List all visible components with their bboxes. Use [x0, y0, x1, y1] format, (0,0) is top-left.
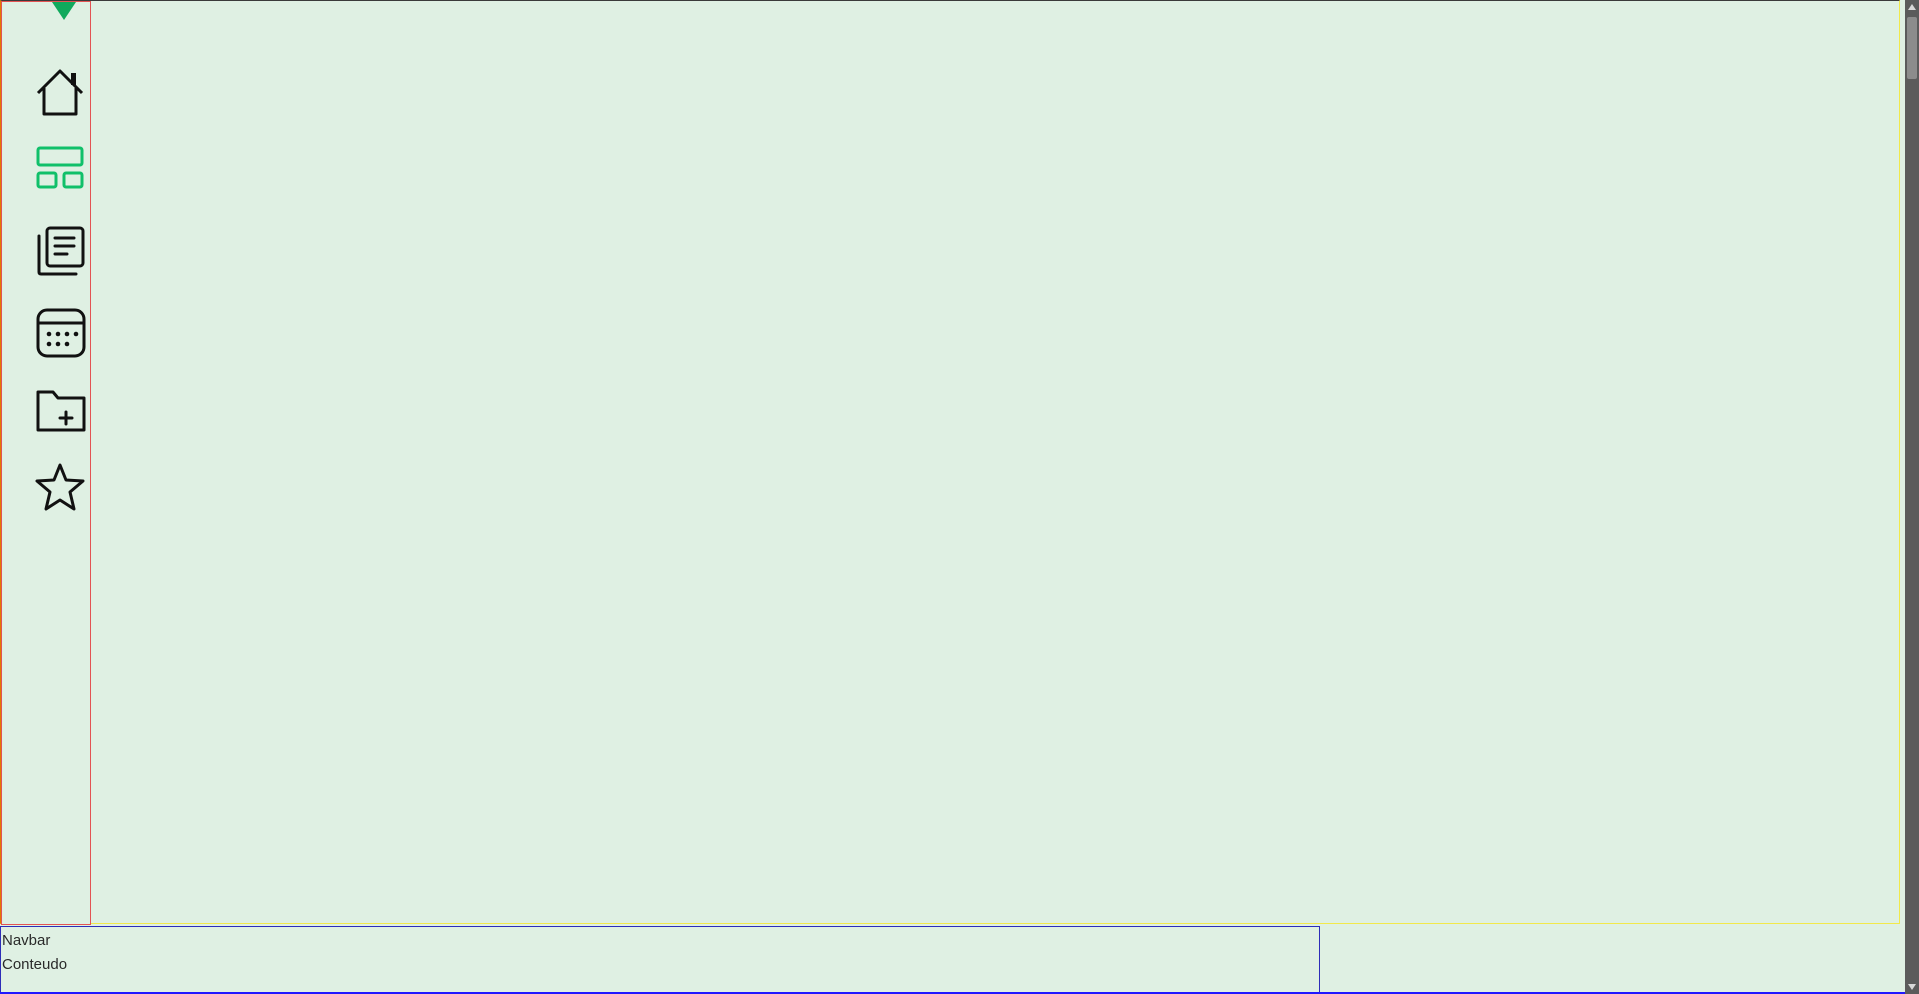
- sidebar-nav: [1, 1, 91, 925]
- folder-add-icon: [36, 390, 86, 432]
- app-page: Navbar Conteudo: [0, 0, 1919, 994]
- sidebar-item-calendar[interactable]: [32, 305, 88, 361]
- calendar-icon: [36, 308, 86, 358]
- navbar-label: Navbar: [2, 932, 51, 949]
- dashboard-icon: [36, 146, 84, 189]
- chevron-up-icon: [1908, 4, 1916, 10]
- sidebar-item-folder-add[interactable]: [32, 383, 88, 439]
- vertical-scrollbar[interactable]: [1905, 0, 1919, 994]
- sidebar-item-dashboard[interactable]: [32, 143, 88, 199]
- sidebar-item-documents[interactable]: [32, 223, 88, 279]
- documents-icon: [37, 226, 85, 276]
- star-icon: [35, 463, 85, 511]
- bottom-panel: Navbar Conteudo: [0, 926, 1320, 993]
- sidebar-item-favorites[interactable]: [32, 460, 88, 516]
- scroll-up-button[interactable]: [1905, 0, 1919, 14]
- chevron-down-icon: [1908, 984, 1916, 990]
- sidebar-item-home[interactable]: [32, 65, 88, 121]
- brand-triangle-icon: [52, 2, 76, 22]
- scroll-down-button[interactable]: [1905, 980, 1919, 994]
- scrollbar-thumb[interactable]: [1907, 17, 1917, 79]
- main-content-frame: [0, 0, 1900, 924]
- home-icon: [36, 69, 84, 116]
- content-label: Conteudo: [2, 956, 68, 973]
